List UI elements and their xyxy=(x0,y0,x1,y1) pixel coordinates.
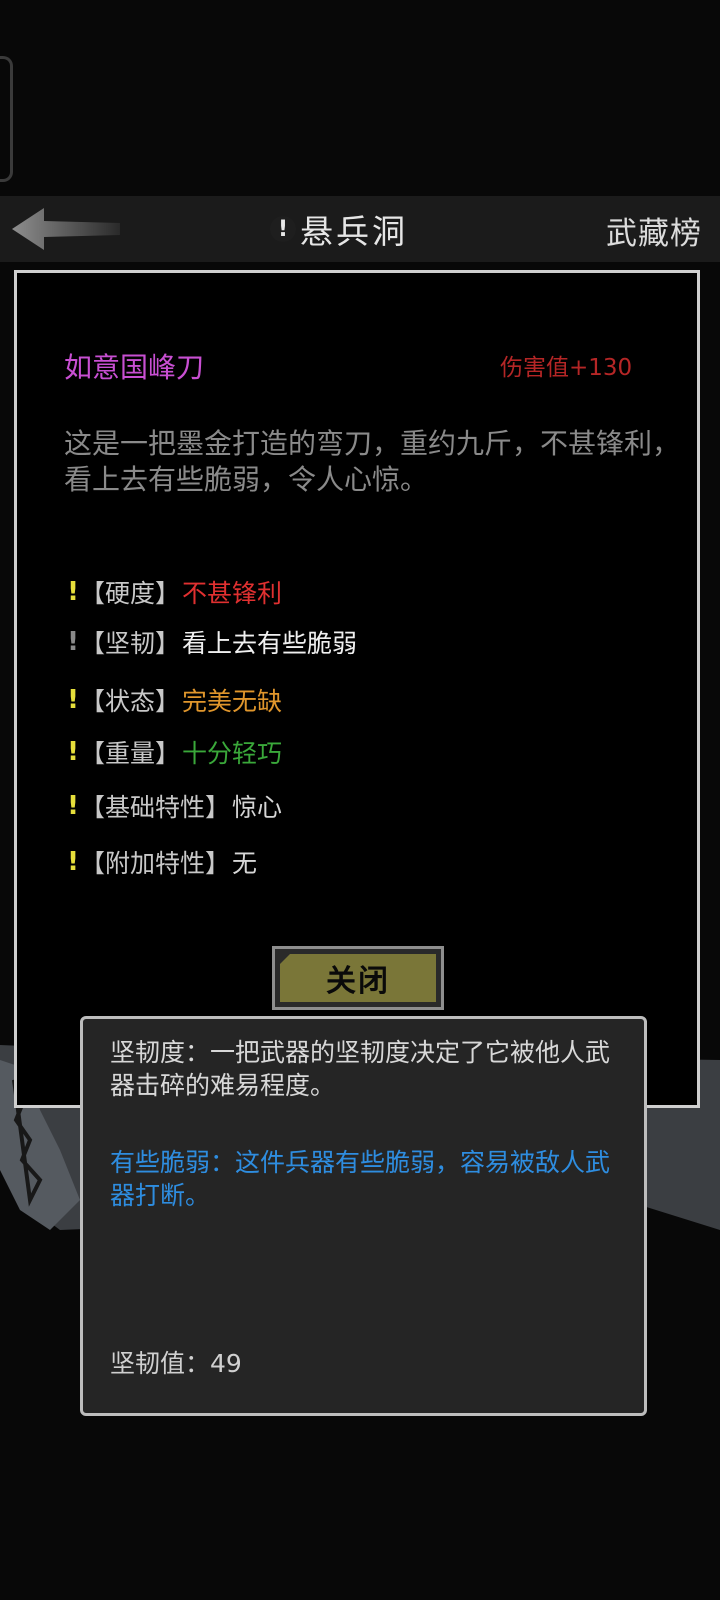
attribute-value: 完美无缺 xyxy=(182,687,283,716)
back-button[interactable] xyxy=(10,206,120,252)
close-button[interactable]: 关闭 xyxy=(272,946,444,1010)
attribute-label: 【状态】 xyxy=(80,687,181,716)
exclamation-icon: ! xyxy=(67,577,79,607)
exclamation-icon: ! xyxy=(67,791,79,821)
exclamation-icon: ! xyxy=(67,847,79,877)
title-text: 悬兵洞 xyxy=(300,212,408,251)
attribute-label: 【附加特性】 xyxy=(80,849,231,878)
attribute-label: 【基础特性】 xyxy=(80,793,231,822)
page-title: ! 悬兵洞 xyxy=(270,204,408,254)
back-arrow-icon xyxy=(12,208,120,250)
attribute-base-trait[interactable]: ! 【基础特性】 惊心 xyxy=(66,788,282,824)
tooltip-definition: 坚韧度：一把武器的坚韧度决定了它被他人武器击碎的难易程度。 xyxy=(110,1038,611,1100)
attribute-value: 十分轻巧 xyxy=(182,739,283,768)
attribute-label: 【坚韧】 xyxy=(80,629,181,658)
attribute-toughness[interactable]: ! 【坚韧】 看上去有些脆弱 xyxy=(66,624,357,660)
item-description: 这是一把墨金打造的弯刀，重约九斤，不甚锋利，看上去有些脆弱，令人心惊。 xyxy=(64,427,681,496)
exclamation-icon: ! xyxy=(67,685,79,715)
tooltip-effect: 有些脆弱：这件兵器有些脆弱，容易被敌人武器打断。 xyxy=(110,1148,611,1210)
attribute-label: 【硬度】 xyxy=(80,579,181,608)
attribute-extra-trait[interactable]: ! 【附加特性】 无 xyxy=(66,844,257,880)
tooltip-toughness-value: 坚韧值：49 xyxy=(110,1349,242,1378)
attribute-value: 看上去有些脆弱 xyxy=(182,629,358,658)
attribute-value: 惊心 xyxy=(232,793,283,822)
exclamation-icon: ! xyxy=(67,627,79,657)
attribute-value: 不甚锋利 xyxy=(182,579,283,608)
weapon-ranking-link[interactable]: 武藏榜 xyxy=(606,208,702,253)
attribute-condition[interactable]: ! 【状态】 完美无缺 xyxy=(66,682,282,718)
attribute-value: 无 xyxy=(232,849,258,878)
close-button-label: 关闭 xyxy=(326,964,390,999)
attribute-label: 【重量】 xyxy=(80,739,181,768)
damage-value: 伤害值+130 xyxy=(500,355,633,381)
frame-fragment xyxy=(0,56,13,182)
attribute-hardness[interactable]: ! 【硬度】 不甚锋利 xyxy=(66,574,282,610)
title-exclamation-icon: ! xyxy=(270,216,296,242)
attribute-weight[interactable]: ! 【重量】 十分轻巧 xyxy=(66,734,282,770)
item-name: 如意国峰刀 xyxy=(64,351,205,384)
exclamation-icon: ! xyxy=(67,737,79,767)
